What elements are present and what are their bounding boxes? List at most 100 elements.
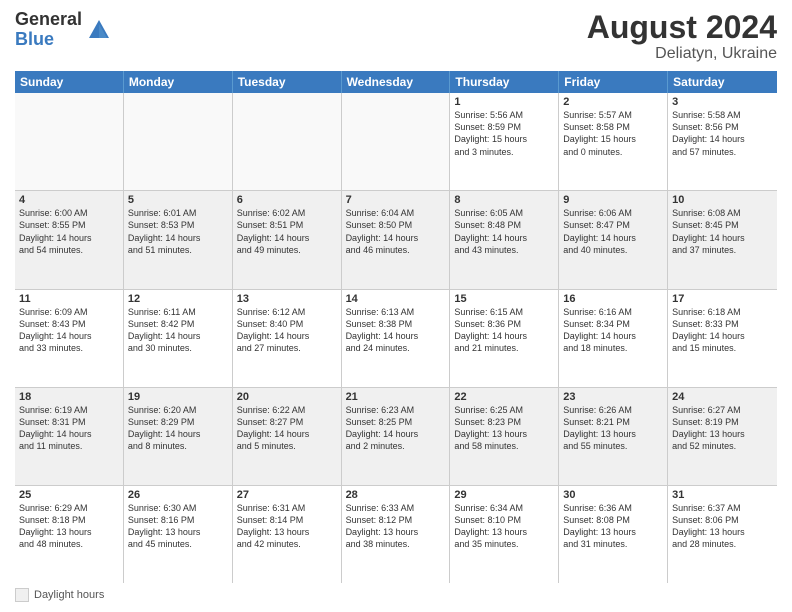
legend: Daylight hours	[15, 588, 777, 602]
calendar: SundayMondayTuesdayWednesdayThursdayFrid…	[15, 71, 777, 583]
day-info: Sunrise: 5:57 AM Sunset: 8:58 PM Dayligh…	[563, 109, 663, 158]
calendar-cell-2-6: 9Sunrise: 6:06 AM Sunset: 8:47 PM Daylig…	[559, 191, 668, 288]
day-number: 29	[454, 489, 554, 501]
day-info: Sunrise: 6:12 AM Sunset: 8:40 PM Dayligh…	[237, 306, 337, 355]
page: General Blue August 2024 Deliatyn, Ukrai…	[0, 0, 792, 612]
calendar-cell-4-4: 21Sunrise: 6:23 AM Sunset: 8:25 PM Dayli…	[342, 388, 451, 485]
calendar-cell-3-5: 15Sunrise: 6:15 AM Sunset: 8:36 PM Dayli…	[450, 290, 559, 387]
day-number: 12	[128, 293, 228, 305]
calendar-cell-1-7: 3Sunrise: 5:58 AM Sunset: 8:56 PM Daylig…	[668, 93, 777, 190]
day-number: 2	[563, 96, 663, 108]
calendar-row-5: 25Sunrise: 6:29 AM Sunset: 8:18 PM Dayli…	[15, 486, 777, 583]
legend-label: Daylight hours	[34, 589, 104, 601]
logo-icon	[85, 16, 113, 44]
calendar-cell-3-3: 13Sunrise: 6:12 AM Sunset: 8:40 PM Dayli…	[233, 290, 342, 387]
logo-text: General Blue	[15, 10, 82, 50]
day-number: 5	[128, 194, 228, 206]
day-info: Sunrise: 6:18 AM Sunset: 8:33 PM Dayligh…	[672, 306, 773, 355]
header-day-saturday: Saturday	[668, 71, 777, 93]
day-number: 3	[672, 96, 773, 108]
calendar-cell-1-1	[15, 93, 124, 190]
day-number: 17	[672, 293, 773, 305]
day-info: Sunrise: 6:05 AM Sunset: 8:48 PM Dayligh…	[454, 207, 554, 256]
calendar-row-1: 1Sunrise: 5:56 AM Sunset: 8:59 PM Daylig…	[15, 93, 777, 191]
header-day-tuesday: Tuesday	[233, 71, 342, 93]
day-number: 15	[454, 293, 554, 305]
month-year-title: August 2024	[587, 10, 777, 45]
calendar-cell-2-3: 6Sunrise: 6:02 AM Sunset: 8:51 PM Daylig…	[233, 191, 342, 288]
calendar-cell-4-3: 20Sunrise: 6:22 AM Sunset: 8:27 PM Dayli…	[233, 388, 342, 485]
day-info: Sunrise: 6:04 AM Sunset: 8:50 PM Dayligh…	[346, 207, 446, 256]
day-info: Sunrise: 5:58 AM Sunset: 8:56 PM Dayligh…	[672, 109, 773, 158]
calendar-cell-3-4: 14Sunrise: 6:13 AM Sunset: 8:38 PM Dayli…	[342, 290, 451, 387]
day-info: Sunrise: 6:37 AM Sunset: 8:06 PM Dayligh…	[672, 502, 773, 551]
header-day-sunday: Sunday	[15, 71, 124, 93]
day-info: Sunrise: 6:30 AM Sunset: 8:16 PM Dayligh…	[128, 502, 228, 551]
day-number: 24	[672, 391, 773, 403]
calendar-body: 1Sunrise: 5:56 AM Sunset: 8:59 PM Daylig…	[15, 93, 777, 583]
day-number: 10	[672, 194, 773, 206]
day-number: 30	[563, 489, 663, 501]
calendar-cell-5-4: 28Sunrise: 6:33 AM Sunset: 8:12 PM Dayli…	[342, 486, 451, 583]
day-number: 1	[454, 96, 554, 108]
calendar-cell-5-7: 31Sunrise: 6:37 AM Sunset: 8:06 PM Dayli…	[668, 486, 777, 583]
calendar-row-3: 11Sunrise: 6:09 AM Sunset: 8:43 PM Dayli…	[15, 290, 777, 388]
day-number: 8	[454, 194, 554, 206]
day-number: 16	[563, 293, 663, 305]
calendar-cell-3-7: 17Sunrise: 6:18 AM Sunset: 8:33 PM Dayli…	[668, 290, 777, 387]
day-number: 22	[454, 391, 554, 403]
calendar-cell-1-6: 2Sunrise: 5:57 AM Sunset: 8:58 PM Daylig…	[559, 93, 668, 190]
calendar-cell-1-5: 1Sunrise: 5:56 AM Sunset: 8:59 PM Daylig…	[450, 93, 559, 190]
day-number: 27	[237, 489, 337, 501]
logo: General Blue	[15, 10, 113, 50]
calendar-cell-4-5: 22Sunrise: 6:25 AM Sunset: 8:23 PM Dayli…	[450, 388, 559, 485]
day-number: 19	[128, 391, 228, 403]
calendar-cell-2-4: 7Sunrise: 6:04 AM Sunset: 8:50 PM Daylig…	[342, 191, 451, 288]
day-info: Sunrise: 6:27 AM Sunset: 8:19 PM Dayligh…	[672, 404, 773, 453]
day-info: Sunrise: 6:34 AM Sunset: 8:10 PM Dayligh…	[454, 502, 554, 551]
day-number: 4	[19, 194, 119, 206]
header-day-monday: Monday	[124, 71, 233, 93]
day-info: Sunrise: 6:20 AM Sunset: 8:29 PM Dayligh…	[128, 404, 228, 453]
day-number: 14	[346, 293, 446, 305]
day-number: 26	[128, 489, 228, 501]
day-number: 23	[563, 391, 663, 403]
day-number: 18	[19, 391, 119, 403]
calendar-cell-3-6: 16Sunrise: 6:16 AM Sunset: 8:34 PM Dayli…	[559, 290, 668, 387]
calendar-cell-3-1: 11Sunrise: 6:09 AM Sunset: 8:43 PM Dayli…	[15, 290, 124, 387]
day-number: 20	[237, 391, 337, 403]
day-info: Sunrise: 6:11 AM Sunset: 8:42 PM Dayligh…	[128, 306, 228, 355]
calendar-cell-3-2: 12Sunrise: 6:11 AM Sunset: 8:42 PM Dayli…	[124, 290, 233, 387]
day-number: 9	[563, 194, 663, 206]
day-info: Sunrise: 6:16 AM Sunset: 8:34 PM Dayligh…	[563, 306, 663, 355]
day-number: 28	[346, 489, 446, 501]
day-info: Sunrise: 6:25 AM Sunset: 8:23 PM Dayligh…	[454, 404, 554, 453]
calendar-cell-4-1: 18Sunrise: 6:19 AM Sunset: 8:31 PM Dayli…	[15, 388, 124, 485]
header-day-friday: Friday	[559, 71, 668, 93]
calendar-cell-1-2	[124, 93, 233, 190]
day-number: 6	[237, 194, 337, 206]
calendar-cell-4-7: 24Sunrise: 6:27 AM Sunset: 8:19 PM Dayli…	[668, 388, 777, 485]
day-info: Sunrise: 6:08 AM Sunset: 8:45 PM Dayligh…	[672, 207, 773, 256]
calendar-cell-2-1: 4Sunrise: 6:00 AM Sunset: 8:55 PM Daylig…	[15, 191, 124, 288]
day-info: Sunrise: 6:36 AM Sunset: 8:08 PM Dayligh…	[563, 502, 663, 551]
day-info: Sunrise: 5:56 AM Sunset: 8:59 PM Dayligh…	[454, 109, 554, 158]
calendar-cell-4-2: 19Sunrise: 6:20 AM Sunset: 8:29 PM Dayli…	[124, 388, 233, 485]
calendar-cell-2-5: 8Sunrise: 6:05 AM Sunset: 8:48 PM Daylig…	[450, 191, 559, 288]
calendar-cell-5-2: 26Sunrise: 6:30 AM Sunset: 8:16 PM Dayli…	[124, 486, 233, 583]
location-subtitle: Deliatyn, Ukraine	[587, 45, 777, 63]
calendar-row-2: 4Sunrise: 6:00 AM Sunset: 8:55 PM Daylig…	[15, 191, 777, 289]
header: General Blue August 2024 Deliatyn, Ukrai…	[15, 10, 777, 63]
calendar-cell-2-2: 5Sunrise: 6:01 AM Sunset: 8:53 PM Daylig…	[124, 191, 233, 288]
day-info: Sunrise: 6:29 AM Sunset: 8:18 PM Dayligh…	[19, 502, 119, 551]
day-number: 25	[19, 489, 119, 501]
day-info: Sunrise: 6:06 AM Sunset: 8:47 PM Dayligh…	[563, 207, 663, 256]
day-info: Sunrise: 6:02 AM Sunset: 8:51 PM Dayligh…	[237, 207, 337, 256]
day-info: Sunrise: 6:31 AM Sunset: 8:14 PM Dayligh…	[237, 502, 337, 551]
calendar-cell-5-6: 30Sunrise: 6:36 AM Sunset: 8:08 PM Dayli…	[559, 486, 668, 583]
day-info: Sunrise: 6:23 AM Sunset: 8:25 PM Dayligh…	[346, 404, 446, 453]
calendar-cell-2-7: 10Sunrise: 6:08 AM Sunset: 8:45 PM Dayli…	[668, 191, 777, 288]
day-number: 31	[672, 489, 773, 501]
day-number: 21	[346, 391, 446, 403]
calendar-cell-4-6: 23Sunrise: 6:26 AM Sunset: 8:21 PM Dayli…	[559, 388, 668, 485]
